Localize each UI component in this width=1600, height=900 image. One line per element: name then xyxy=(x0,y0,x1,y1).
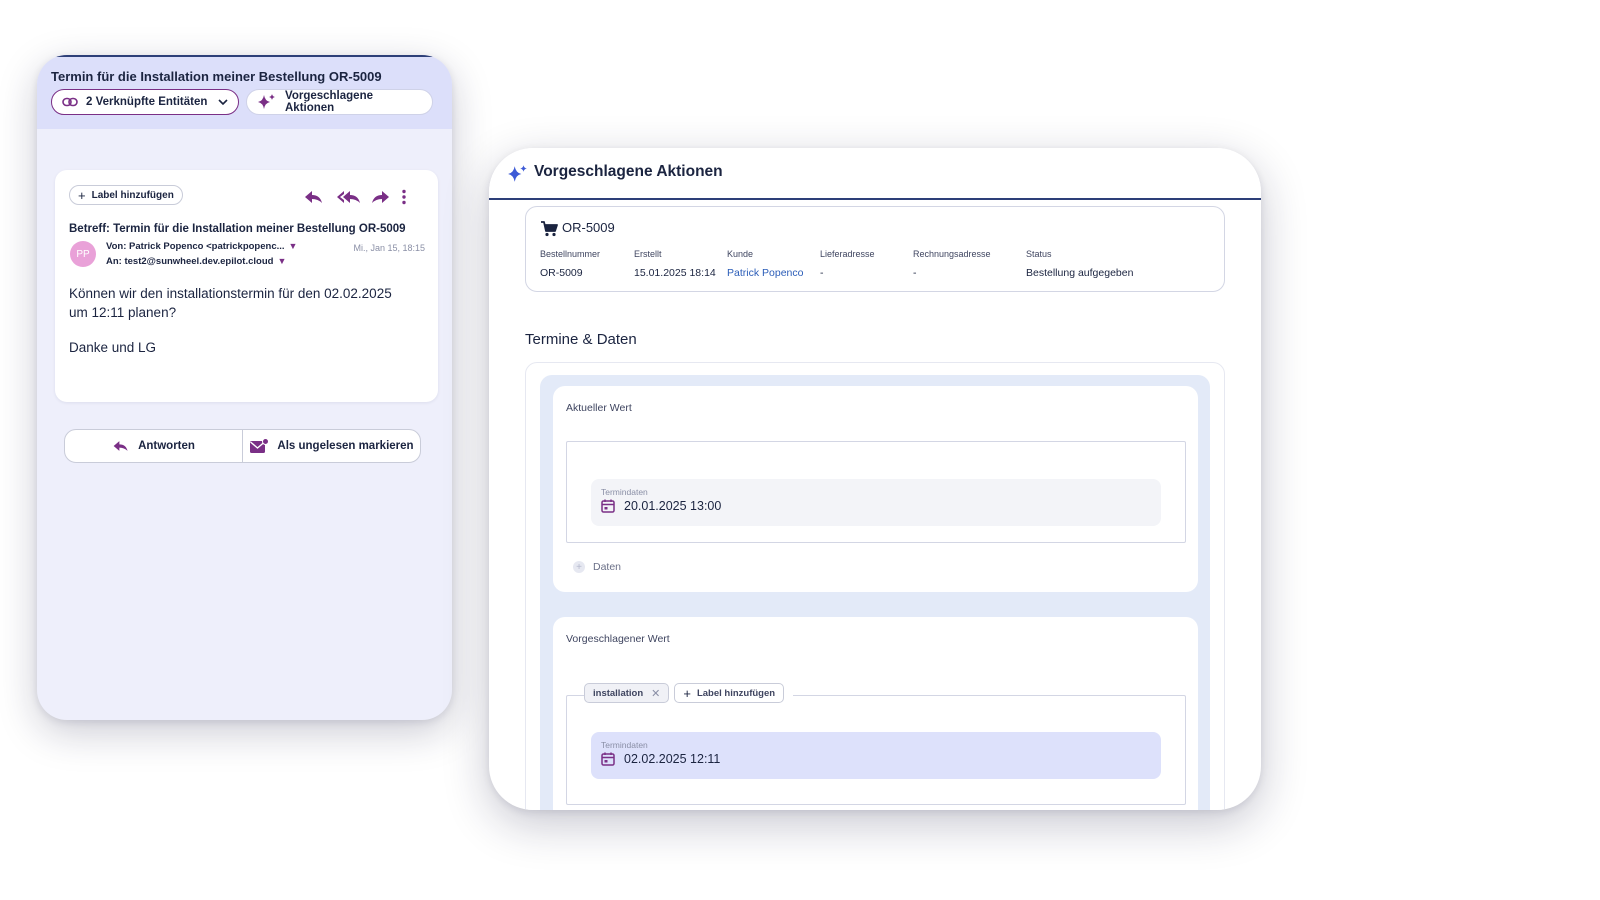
field-label-bestellnummer: Bestellnummer xyxy=(540,249,601,259)
email-title: Termin für die Installation meiner Beste… xyxy=(51,69,382,84)
shopping-cart-icon xyxy=(541,221,558,237)
add-label-text: Label hinzufügen xyxy=(696,687,776,699)
reply-icon xyxy=(113,441,128,451)
sparkle-icon xyxy=(508,165,527,182)
field-label-kunde: Kunde xyxy=(727,249,754,259)
suggested-date-chip[interactable]: Termindaten 02.02.2025 12:11 xyxy=(591,732,1161,779)
more-vertical-icon[interactable] xyxy=(399,189,409,205)
tag-label: installation xyxy=(593,687,644,699)
email-greeting: Danke und LG xyxy=(69,340,157,355)
linked-entities-label: 2 Verknüpfte Entitäten xyxy=(86,96,208,108)
field-value-erstellt: 15.01.2025 18:14 xyxy=(634,267,716,279)
email-header: Termin für die Installation meiner Beste… xyxy=(37,55,452,129)
field-label-lieferadresse: Lieferadresse xyxy=(820,249,875,259)
suggested-actions-panel: Vorgeschlagene Aktionen OR-5009 Bestelln… xyxy=(489,148,1261,810)
suggested-actions-header: Vorgeschlagene Aktionen xyxy=(489,148,1261,200)
close-icon[interactable]: ✕ xyxy=(651,687,660,700)
email-panel: Termin für die Installation meiner Beste… xyxy=(37,55,452,720)
email-date: Mi., Jan 15, 18:15 xyxy=(353,243,425,253)
order-card[interactable]: OR-5009 Bestellnummer OR-5009 Erstellt 1… xyxy=(525,206,1225,292)
add-label-button[interactable]: + Label hinzufügen xyxy=(674,683,785,703)
tag-row: installation ✕ + Label hinzufügen xyxy=(584,683,794,703)
add-date-label: Daten xyxy=(593,561,622,573)
sender-line[interactable]: Von: Patrick Popenco <patrickpopenc... ▼ xyxy=(106,241,297,252)
field-label-erstellt: Erstellt xyxy=(634,249,662,259)
forward-icon[interactable] xyxy=(369,189,391,205)
reply-button[interactable]: Antworten xyxy=(65,430,242,462)
current-value-label: Aktueller Wert xyxy=(566,402,632,414)
current-date-box: Termindaten 20.01.2025 13:00 xyxy=(566,441,1186,543)
current-date-chip[interactable]: Termindaten 20.01.2025 13:00 xyxy=(591,479,1161,526)
recipient-text: An: test2@sunwheel.dev.epilot.cloud xyxy=(106,256,274,267)
calendar-icon xyxy=(601,499,615,513)
add-label-text: Label hinzufügen xyxy=(91,189,174,201)
link-icon xyxy=(62,97,78,107)
current-value-card: Aktueller Wert Termindaten 20.01.2025 13… xyxy=(553,386,1198,592)
suggested-date-box: Termindaten 02.02.2025 12:11 xyxy=(566,695,1186,805)
plus-icon: + xyxy=(683,685,691,701)
suggested-value-card: Vorgeschlagener Wert Termindaten 02.02.2… xyxy=(553,617,1198,810)
reply-icon[interactable] xyxy=(303,189,325,205)
email-action-bar: Antworten Als ungelesen markieren xyxy=(64,429,421,463)
tag-installation[interactable]: installation ✕ xyxy=(584,683,670,703)
field-value-bestellnummer: OR-5009 xyxy=(540,267,583,279)
suggested-actions-title: Vorgeschlagene Aktionen xyxy=(534,163,723,180)
plus-icon: + xyxy=(573,561,585,573)
chevron-down-icon: ▼ xyxy=(288,241,298,251)
email-body: Können wir den installationstermin für d… xyxy=(69,286,392,320)
chevron-down-icon xyxy=(218,99,228,105)
suggested-value-label: Vorgeschlagener Wert xyxy=(566,633,670,645)
recipient-line[interactable]: An: test2@sunwheel.dev.epilot.cloud ▼ xyxy=(106,256,286,267)
chevron-down-icon: ▼ xyxy=(277,256,287,266)
field-label-rechnungsadresse: Rechnungsadresse xyxy=(913,249,991,259)
calendar-icon xyxy=(601,752,615,766)
date-chip-label: Termindaten xyxy=(601,487,648,497)
add-date-button[interactable]: + Daten xyxy=(573,561,621,573)
field-value-status: Bestellung aufgegeben xyxy=(1026,267,1134,279)
suggested-date-value: 02.02.2025 12:11 xyxy=(624,752,721,766)
section-title: Termine & Daten xyxy=(525,331,637,348)
field-value-lieferadresse: - xyxy=(820,267,824,279)
field-label-status: Status xyxy=(1026,249,1052,259)
mark-unread-label: Als ungelesen markieren xyxy=(277,440,414,452)
avatar: PP xyxy=(70,241,96,267)
mark-unread-button[interactable]: Als ungelesen markieren xyxy=(242,430,420,462)
email-subject: Betreff: Termin für die Installation mei… xyxy=(69,223,406,235)
reply-all-icon[interactable] xyxy=(336,189,362,205)
current-date-value: 20.01.2025 13:00 xyxy=(624,499,722,513)
termine-comparison: Aktueller Wert Termindaten 20.01.2025 13… xyxy=(540,375,1210,810)
email-message-card: + Label hinzufügen Betreff: Termin für d… xyxy=(55,170,438,402)
customer-link[interactable]: Patrick Popenco xyxy=(727,267,803,279)
date-chip-label: Termindaten xyxy=(601,740,648,750)
plus-icon: + xyxy=(78,187,86,203)
linked-entities-button[interactable]: 2 Verknüpfte Entitäten xyxy=(51,89,239,115)
order-id: OR-5009 xyxy=(562,220,615,235)
termine-section: Aktueller Wert Termindaten 20.01.2025 13… xyxy=(525,362,1225,810)
suggested-actions-button[interactable]: Vorgeschlagene Aktionen xyxy=(246,89,433,115)
sparkle-icon xyxy=(258,94,275,109)
reply-label: Antworten xyxy=(138,440,195,452)
suggested-actions-label: Vorgeschlagene Aktionen xyxy=(285,90,373,114)
sender-text: Von: Patrick Popenco <patrickpopenc... xyxy=(106,241,285,252)
field-value-rechnungsadresse: - xyxy=(913,267,917,279)
add-label-button[interactable]: + Label hinzufügen xyxy=(69,185,183,205)
mail-unread-icon xyxy=(250,438,270,453)
